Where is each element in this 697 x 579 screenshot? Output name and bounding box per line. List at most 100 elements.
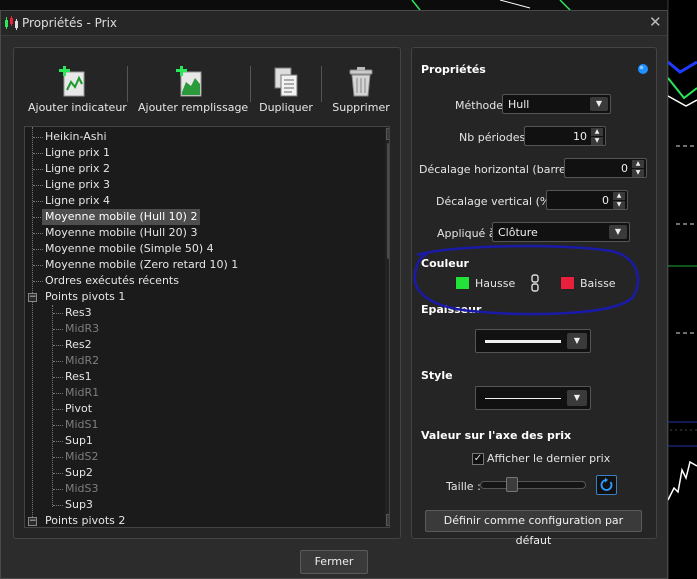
tree-child-item[interactable]: MidS2 [65, 449, 99, 465]
tree-item-selected[interactable]: Moyenne mobile (Hull 10) 2 [42, 209, 201, 225]
collapse-toggle[interactable]: − [28, 293, 37, 302]
spin-down-icon[interactable]: ▼ [591, 137, 603, 145]
tree-item[interactable]: Ligne prix 2 [45, 161, 110, 177]
tree-guide [33, 137, 43, 139]
tree-item[interactable]: Heikin-Ashi [45, 129, 107, 145]
vertical-shift-value: 0 [602, 194, 609, 207]
add-fill-icon [176, 66, 202, 97]
tree-child-item[interactable]: Res2 [65, 337, 92, 353]
close-button[interactable]: Fermer [300, 550, 368, 574]
tree-item[interactable]: Moyenne mobile (Zero retard 10) 1 [45, 257, 238, 273]
tree-item[interactable]: Moyenne mobile (Hull 20) 3 [45, 225, 197, 241]
tree-child-item[interactable]: MidR2 [65, 353, 99, 369]
style-select[interactable]: ▼ [475, 386, 591, 410]
tree-guide [33, 185, 43, 187]
spin-down-icon[interactable]: ▼ [632, 169, 644, 177]
help-icon[interactable] [637, 63, 649, 75]
close-icon[interactable]: ✕ [649, 13, 662, 31]
tree-child-item[interactable]: Pivot [65, 401, 92, 417]
scroll-up-icon[interactable]: ▲ [386, 128, 389, 140]
horizontal-shift-value: 0 [621, 162, 628, 175]
thickness-select[interactable]: ▼ [475, 329, 591, 353]
spin-up-icon[interactable]: ▲ [613, 192, 625, 200]
tree-item[interactable]: Points pivots 2 [45, 513, 125, 527]
tree-child-item[interactable]: MidS1 [65, 417, 99, 433]
tree-guide [33, 201, 43, 203]
applied-to-value: Clôture [498, 226, 538, 239]
periods-stepper[interactable]: 10 ▲ ▼ [524, 126, 606, 146]
tree-guide [33, 249, 43, 251]
horizontal-shift-label: Décalage horizontal (barres) [419, 163, 576, 176]
tree-guide [53, 489, 63, 491]
method-select[interactable]: Hull ▼ [502, 94, 611, 114]
toolbar-divider [250, 66, 251, 102]
tree-child-item[interactable]: MidR3 [65, 321, 99, 337]
horizontal-shift-stepper[interactable]: 0 ▲ ▼ [564, 158, 647, 178]
tree-child-item[interactable]: MidR1 [65, 385, 99, 401]
scroll-down-icon[interactable]: ▼ [386, 514, 389, 526]
tree-child-item[interactable]: Sup1 [65, 433, 93, 449]
chevron-down-icon: ▼ [590, 97, 608, 111]
vertical-shift-label: Décalage vertical (%) [436, 195, 555, 208]
tree-item[interactable]: Ligne prix 4 [45, 193, 110, 209]
properties-dialog: Propriétés - Prix ✕ Ajouter indicateur A… [0, 10, 668, 579]
tree-guide [53, 361, 63, 363]
chevron-down-icon: ▼ [609, 225, 627, 239]
tree-guide [53, 377, 63, 379]
tree-guide [53, 457, 63, 459]
delete-button[interactable]: Supprimer [328, 66, 394, 114]
tree-guide [53, 473, 63, 475]
size-slider-thumb[interactable] [506, 477, 518, 492]
tree-child-item[interactable]: Res1 [65, 369, 92, 385]
collapse-toggle[interactable]: − [28, 517, 37, 526]
tree-child-item[interactable]: MidS3 [65, 481, 99, 497]
tree-guide [52, 305, 54, 507]
duplicate-icon [274, 67, 298, 97]
title-bar[interactable]: Propriétés - Prix ✕ [1, 11, 667, 36]
scroll-thumb[interactable] [387, 143, 389, 259]
method-value: Hull [508, 98, 530, 111]
tree-guide [53, 409, 63, 411]
show-last-price-label: Afficher le dernier prix [487, 452, 611, 465]
tree-scrollbar[interactable]: ▲ ▼ [385, 127, 389, 527]
periods-value: 10 [573, 130, 587, 143]
tree-guide [33, 169, 43, 171]
thickness-preview [485, 340, 561, 343]
duplicate-label: Dupliquer [259, 101, 313, 114]
duplicate-button[interactable]: Dupliquer [258, 66, 314, 114]
tree-item[interactable]: Ligne prix 3 [45, 177, 110, 193]
chevron-down-icon: ▼ [567, 390, 587, 406]
tree-item[interactable]: Moyenne mobile (Simple 50) 4 [45, 241, 214, 257]
tree-child-item[interactable]: Sup2 [65, 465, 93, 481]
add-indicator-label: Ajouter indicateur [28, 101, 127, 114]
spin-up-icon[interactable]: ▲ [591, 128, 603, 136]
tree-guide [33, 233, 43, 235]
style-heading: Style [421, 369, 453, 382]
applied-to-select[interactable]: Clôture ▼ [492, 222, 630, 242]
set-default-button[interactable]: Définir comme configuration par défaut [425, 510, 642, 547]
show-last-price-checkbox[interactable]: ✓ [472, 453, 484, 465]
toolbar-divider [321, 66, 322, 102]
delete-label: Supprimer [332, 101, 390, 114]
applied-to-label: Appliqué à [437, 227, 496, 240]
indicator-list-panel: Ajouter indicateur Ajouter remplissage D… [13, 47, 401, 539]
refresh-icon [600, 477, 613, 491]
reset-size-button[interactable] [596, 475, 617, 495]
add-indicator-button[interactable]: Ajouter indicateur [28, 66, 127, 114]
window-title: Propriétés - Prix [22, 16, 117, 30]
tree-guide [53, 345, 63, 347]
tree-child-item[interactable]: Res3 [65, 305, 92, 321]
tree-item[interactable]: Points pivots 1 [45, 289, 125, 305]
size-slider-track[interactable] [480, 481, 586, 489]
annotation-ellipse [413, 244, 640, 316]
tree-item[interactable]: Ligne prix 1 [45, 145, 110, 161]
tree-guide [53, 329, 63, 331]
tree-item[interactable]: Ordres exécutés récents [45, 273, 179, 289]
indicator-tree[interactable]: Heikin-Ashi Ligne prix 1 Ligne prix 2 Li… [24, 126, 390, 528]
tree-guide [33, 153, 43, 155]
add-fill-button[interactable]: Ajouter remplissage [138, 66, 248, 114]
spin-down-icon[interactable]: ▼ [613, 201, 625, 209]
vertical-shift-stepper[interactable]: 0 ▲ ▼ [546, 190, 628, 210]
tree-child-item[interactable]: Sup3 [65, 497, 93, 513]
spin-up-icon[interactable]: ▲ [632, 160, 644, 168]
